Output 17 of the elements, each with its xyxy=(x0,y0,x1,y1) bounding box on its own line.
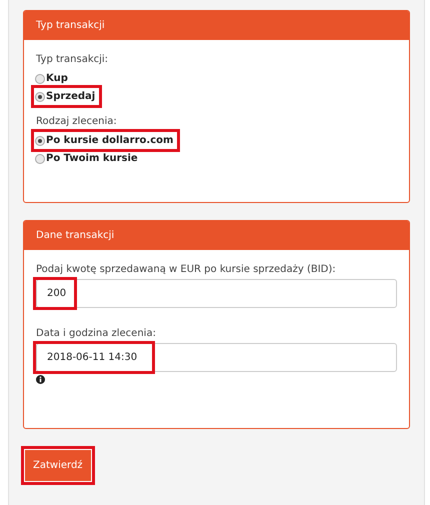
field-label: Data i godzina zlecenia: xyxy=(36,328,157,339)
radio-option[interactable]: Po Twoim kursie xyxy=(35,151,141,166)
input-field[interactable]: 2018-06-11 14:30 xyxy=(36,343,397,372)
radio-button[interactable] xyxy=(35,136,45,146)
input-field[interactable]: 200 xyxy=(36,279,397,308)
radio-button[interactable] xyxy=(35,74,45,84)
radio-button[interactable] xyxy=(35,92,45,102)
radio-option[interactable]: Kup xyxy=(35,71,71,86)
panel-title: Dane transakcji xyxy=(24,221,409,250)
radio-button[interactable] xyxy=(35,154,45,164)
field-label: Podaj kwotę sprzedawaną w EUR po kursie sprzedaży (BID): xyxy=(36,264,337,275)
group-label: Typ transakcji: xyxy=(36,54,108,65)
radio-option[interactable]: Sprzedaj xyxy=(35,89,98,104)
panel-title: Typ transakcji xyxy=(24,11,409,40)
submit-button[interactable]: Zatwierdź xyxy=(21,446,95,485)
group-label: Rodzaj zlecenia: xyxy=(36,116,117,127)
radio-option[interactable]: Po kursie dollarro.com xyxy=(35,133,176,148)
